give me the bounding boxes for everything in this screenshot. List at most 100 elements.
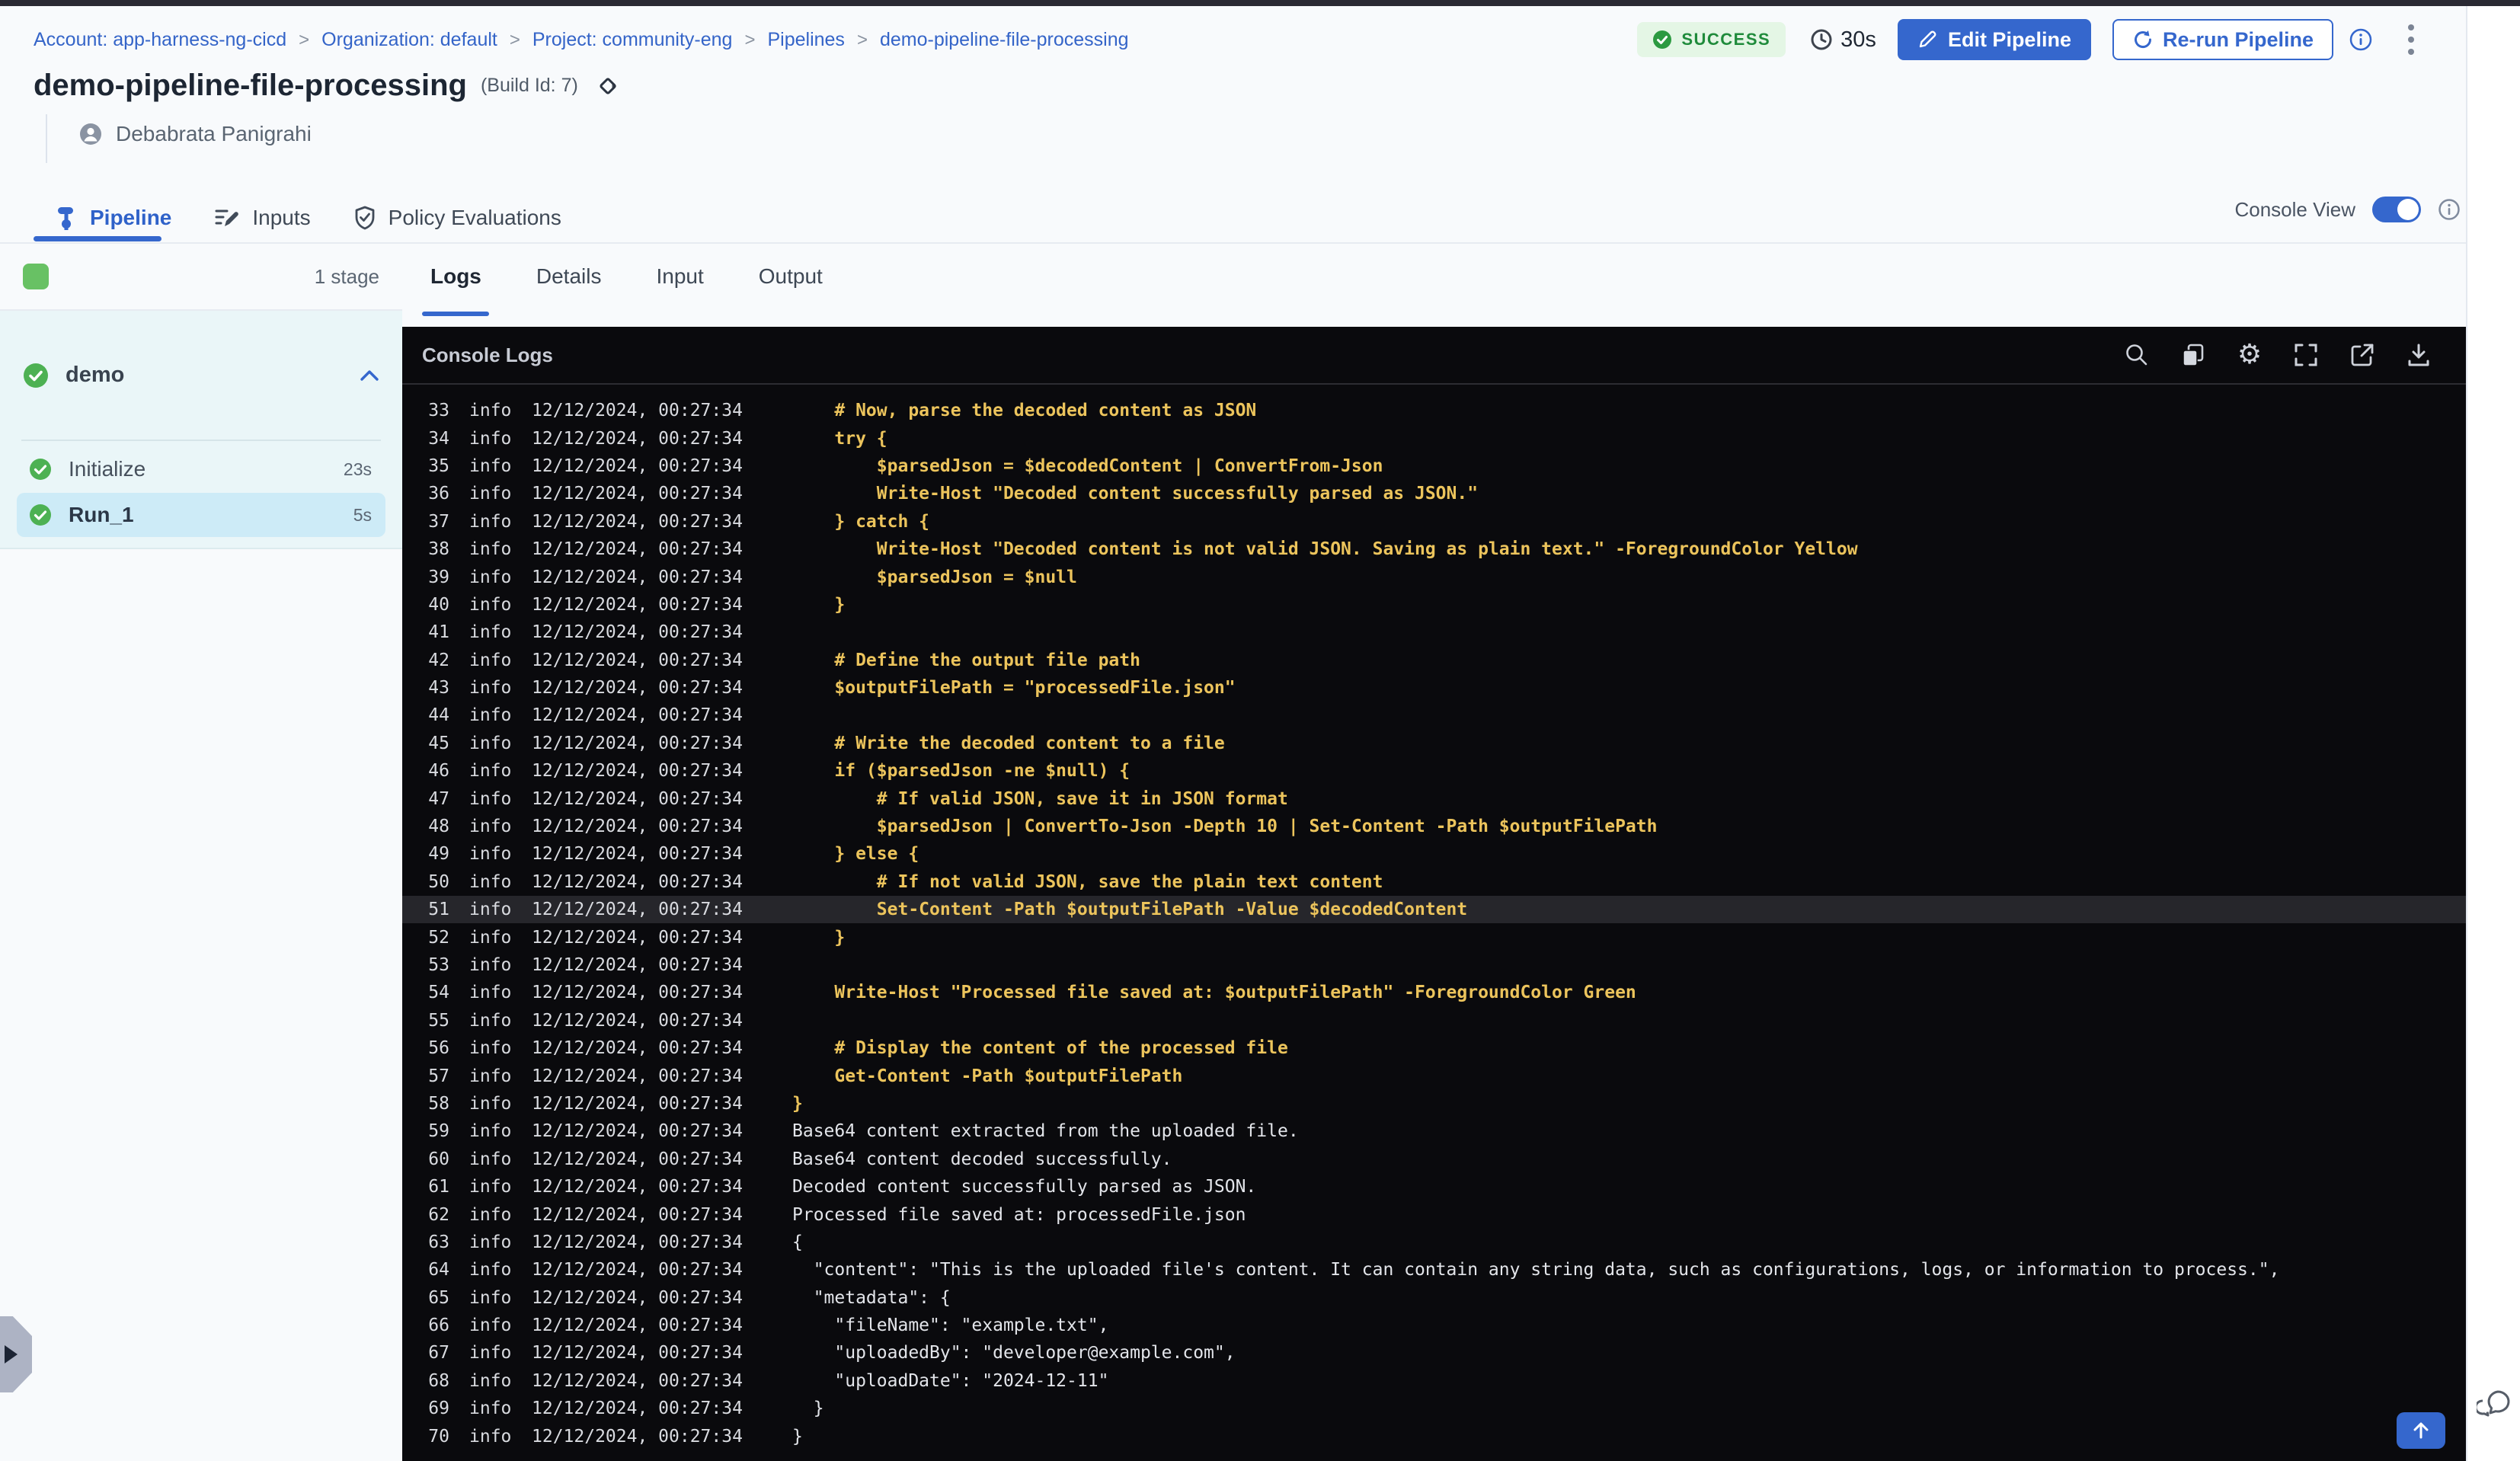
stage-count-row: 1 stage [0,244,402,311]
log-row[interactable]: 69 info 12/12/2024, 00:27:34 } [402,1395,2466,1422]
log-row[interactable]: 60 info 12/12/2024, 00:27:34 Base64 cont… [402,1146,2466,1173]
tab-output[interactable]: Output [759,264,823,289]
log-timestamp: 12/12/2024, 00:27:34 [532,955,743,975]
tab-policy-evaluations[interactable]: Policy Evaluations [353,206,561,230]
more-options-menu[interactable] [2403,20,2419,59]
breadcrumb-project[interactable]: Project: community-eng [532,29,733,51]
log-row[interactable]: 66 info 12/12/2024, 00:27:34 "fileName":… [402,1312,2466,1339]
log-row[interactable]: 64 info 12/12/2024, 00:27:34 "content": … [402,1256,2466,1284]
edit-pipeline-label: Edit Pipeline [1947,27,2071,51]
log-level: info [469,567,512,587]
open-in-new-icon[interactable] [2349,341,2376,369]
log-timestamp: 12/12/2024, 00:27:34 [532,650,743,670]
log-row[interactable]: 59 info 12/12/2024, 00:27:34 Base64 cont… [402,1117,2466,1145]
log-level: info [469,927,512,948]
search-icon[interactable] [2123,341,2151,369]
log-row[interactable]: 38 info 12/12/2024, 00:27:34 Write-Host … [402,535,2466,563]
tab-inputs[interactable]: Inputs [214,206,311,230]
edit-pipeline-button[interactable]: Edit Pipeline [1897,19,2091,60]
rerun-info-icon[interactable] [2349,27,2373,52]
log-row[interactable]: 35 info 12/12/2024, 00:27:34 $parsedJson… [402,452,2466,480]
log-row[interactable]: 68 info 12/12/2024, 00:27:34 "uploadDate… [402,1367,2466,1395]
log-row[interactable]: 55 info 12/12/2024, 00:27:34 [402,1007,2466,1034]
log-message: # If valid JSON, save it in JSON format [792,788,1288,809]
log-row[interactable]: 41 info 12/12/2024, 00:27:34 [402,619,2466,646]
log-row[interactable]: 62 info 12/12/2024, 00:27:34 Processed f… [402,1200,2466,1228]
log-timestamp: 12/12/2024, 00:27:34 [532,539,743,560]
log-message: "uploadedBy": "developer@example.com", [792,1343,1236,1363]
breadcrumb-separator: > [509,29,520,50]
log-line-number: 51 [428,900,449,920]
log-level: info [469,1370,512,1391]
breadcrumb-current-pipeline[interactable]: demo-pipeline-file-processing [880,29,1129,51]
log-row[interactable]: 63 info 12/12/2024, 00:27:34 { [402,1229,2466,1256]
stage-color-swatch [23,264,49,289]
log-message: } [792,1093,803,1114]
log-row[interactable]: 61 info 12/12/2024, 00:27:34 Decoded con… [402,1173,2466,1200]
log-row[interactable]: 50 info 12/12/2024, 00:27:34 # If not va… [402,868,2466,896]
log-row[interactable]: 67 info 12/12/2024, 00:27:34 "uploadedBy… [402,1339,2466,1367]
log-row[interactable]: 65 info 12/12/2024, 00:27:34 "metadata":… [402,1284,2466,1312]
step-run-1[interactable]: Run_1 5s [17,493,385,537]
log-row[interactable]: 70 info 12/12/2024, 00:27:34 } [402,1422,2466,1450]
log-timestamp: 12/12/2024, 00:27:34 [532,761,743,782]
log-row[interactable]: 39 info 12/12/2024, 00:27:34 $parsedJson… [402,563,2466,590]
tab-details[interactable]: Details [536,264,602,289]
breadcrumb-pipelines[interactable]: Pipelines [767,29,844,51]
step-initialize[interactable]: Initialize 23s [17,447,385,491]
log-line-number: 59 [428,1121,449,1142]
log-row[interactable]: 52 info 12/12/2024, 00:27:34 } [402,923,2466,951]
copy-icon[interactable] [2179,341,2207,369]
chevron-up-icon[interactable] [360,369,379,382]
log-row[interactable]: 58 info 12/12/2024, 00:27:34 } [402,1090,2466,1117]
log-row[interactable]: 34 info 12/12/2024, 00:27:34 try { [402,424,2466,452]
log-message: # Display the content of the processed f… [792,1038,1288,1059]
log-timestamp: 12/12/2024, 00:27:34 [532,1426,743,1447]
log-level: info [469,844,512,865]
log-row[interactable]: 37 info 12/12/2024, 00:27:34 } catch { [402,508,2466,535]
log-line-number: 68 [428,1370,449,1391]
log-row[interactable]: 40 info 12/12/2024, 00:27:34 } [402,591,2466,619]
log-line-number: 70 [428,1426,449,1447]
log-row[interactable]: 53 info 12/12/2024, 00:27:34 [402,951,2466,979]
log-row[interactable]: 47 info 12/12/2024, 00:27:34 # If valid … [402,785,2466,812]
breadcrumb-organization[interactable]: Organization: default [321,29,497,51]
log-row[interactable]: 43 info 12/12/2024, 00:27:34 $outputFile… [402,674,2466,702]
log-row[interactable]: 56 info 12/12/2024, 00:27:34 # Display t… [402,1034,2466,1062]
console-view-info-icon[interactable] [2438,198,2461,221]
log-row[interactable]: 54 info 12/12/2024, 00:27:34 Write-Host … [402,979,2466,1006]
log-level: info [469,622,512,643]
log-level: info [469,1066,512,1086]
log-row[interactable]: 45 info 12/12/2024, 00:27:34 # Write the… [402,730,2466,757]
breadcrumb-account[interactable]: Account: app-harness-ng-cicd [34,29,286,51]
stage-row-demo[interactable]: demo [0,311,402,440]
log-row[interactable]: 44 info 12/12/2024, 00:27:34 [402,702,2466,729]
tab-input[interactable]: Input [656,264,703,289]
fullscreen-icon[interactable] [2292,341,2320,369]
console-view-toggle[interactable] [2372,197,2421,222]
log-row[interactable]: 46 info 12/12/2024, 00:27:34 if ($parsed… [402,757,2466,785]
log-line-number: 52 [428,927,449,948]
log-message: $parsedJson = $decodedContent | ConvertF… [792,456,1383,476]
log-row[interactable]: 51 info 12/12/2024, 00:27:34 Set-Content… [402,896,2466,924]
log-level: info [469,484,512,504]
log-timestamp: 12/12/2024, 00:27:34 [532,401,743,421]
log-message: "content": "This is the uploaded file's … [792,1260,2280,1280]
log-row[interactable]: 57 info 12/12/2024, 00:27:34 Get-Content… [402,1062,2466,1089]
breadcrumb: Account: app-harness-ng-cicd > Organizat… [34,29,1129,51]
log-line-number: 41 [428,622,449,643]
scroll-to-top-button[interactable] [2397,1412,2445,1449]
support-chat-icon[interactable] [2474,1389,2512,1426]
rerun-pipeline-button[interactable]: Re-run Pipeline [2112,19,2333,60]
log-row[interactable]: 42 info 12/12/2024, 00:27:34 # Define th… [402,647,2466,674]
tab-policy-evaluations-label: Policy Evaluations [388,206,561,229]
tab-pipeline[interactable]: Pipeline [55,206,171,230]
log-row[interactable]: 48 info 12/12/2024, 00:27:34 $parsedJson… [402,813,2466,840]
tab-logs[interactable]: Logs [430,264,481,289]
download-icon[interactable] [2405,341,2432,369]
log-row[interactable]: 36 info 12/12/2024, 00:27:34 Write-Host … [402,480,2466,507]
log-row[interactable]: 49 info 12/12/2024, 00:27:34 } else { [402,840,2466,868]
settings-gear-icon[interactable]: ⚙ [2236,341,2263,369]
log-row[interactable]: 33 info 12/12/2024, 00:27:34 # Now, pars… [402,397,2466,424]
log-line-number: 42 [428,650,449,670]
